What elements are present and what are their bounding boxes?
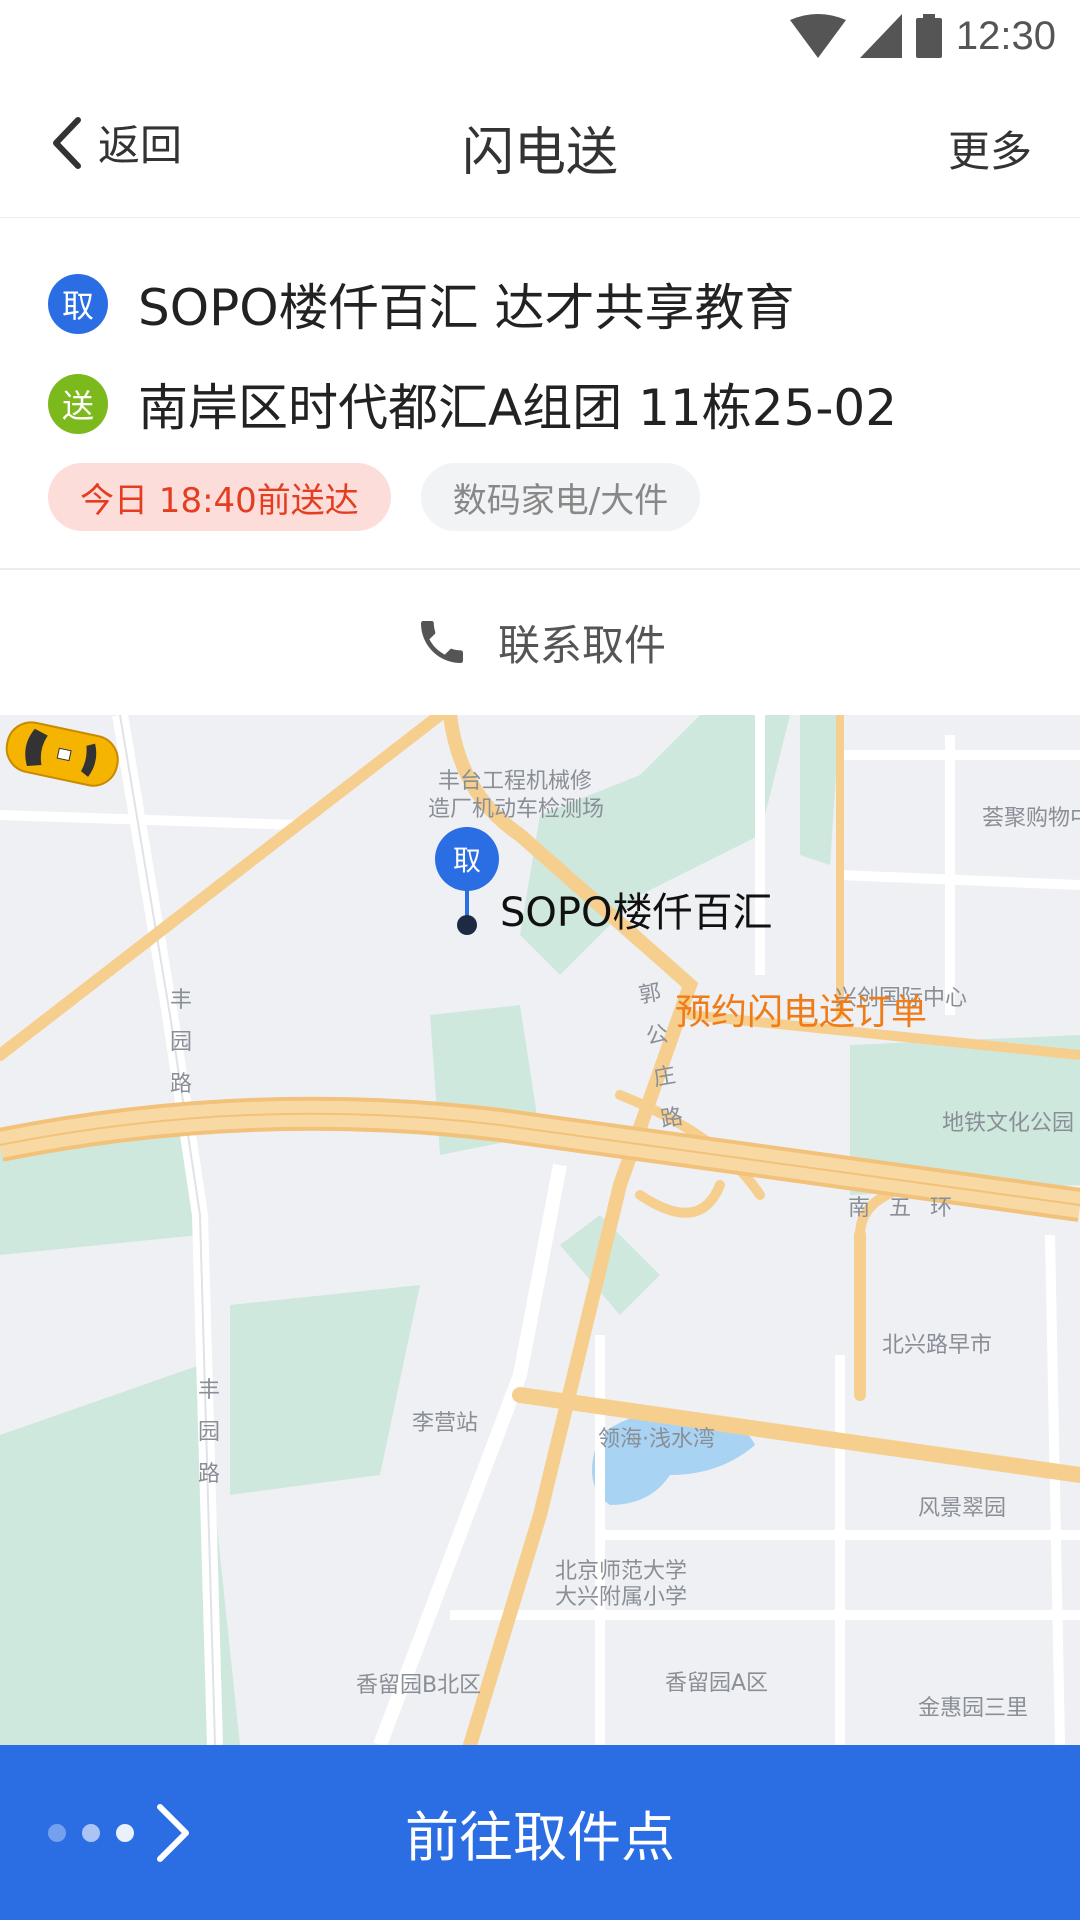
- go-to-pickup-label: 前往取件点: [405, 1806, 675, 1869]
- map-label-poi-2: 造厂机动车检测场: [428, 797, 605, 822]
- status-bar: 12:30: [0, 0, 1080, 72]
- signal-icon: [859, 14, 902, 58]
- pin-label: SOPO楼仟百汇: [500, 890, 773, 936]
- pin-badge: 取: [435, 827, 499, 891]
- contact-label: 联系取件: [497, 620, 666, 670]
- delivery-row: 送 南岸区时代都汇A组团 11栋25-02: [48, 368, 897, 440]
- map-label-xiangliu-b: 香留园B北区: [356, 1673, 482, 1698]
- app-header: 返回 闪电送 更多: [0, 72, 1080, 219]
- map-label-beixinglu: 北兴路早市: [882, 1333, 993, 1358]
- map-label-metro-park: 地铁文化公园: [942, 1111, 1075, 1136]
- deadline-tag: 今日 18:40前送达: [48, 463, 391, 531]
- map-label-liying: 李营站: [412, 1411, 479, 1436]
- page-title: 闪电送: [461, 123, 618, 183]
- map-label-mall: 荟聚购物中: [982, 806, 1080, 831]
- status-time: 12:30: [955, 13, 1056, 58]
- battery-icon: [915, 14, 942, 58]
- map-view[interactable]: 丰台工程机械修 造厂机动车检测场 荟聚购物中 兴创国际中心 地铁文化公园 南 五…: [0, 715, 1080, 1745]
- car-icon: [5, 721, 119, 787]
- order-label: 预约闪电送订单: [675, 992, 928, 1033]
- order-tags: 今日 18:40前送达 数码家电/大件: [48, 463, 701, 531]
- map-canvas: [0, 715, 1080, 1745]
- map-label-ring-road: 南 五 环: [848, 1196, 958, 1221]
- map-label-fengyuan-road-2: 丰园路: [198, 1378, 221, 1487]
- pin-dot: [457, 915, 477, 935]
- delivery-badge: 送: [48, 374, 108, 434]
- pickup-badge: 取: [48, 274, 108, 334]
- more-button[interactable]: 更多: [948, 118, 1032, 179]
- map-label-fengyuan-road-1: 丰园路: [170, 988, 193, 1097]
- contact-pickup-button[interactable]: 联系取件: [0, 570, 1080, 714]
- phone-icon: [420, 621, 463, 663]
- wifi-icon: [789, 14, 846, 58]
- pickup-address: SOPO楼仟百汇 达才共享教育: [138, 279, 795, 337]
- map-label-jinhui: 金惠园三里: [918, 1696, 1029, 1721]
- delivery-address: 南岸区时代都汇A组团 11栋25-02: [138, 379, 898, 437]
- status-icons: 12:30: [789, 12, 1056, 60]
- map-label-fengjing: 风景翠园: [918, 1496, 1007, 1521]
- map-label-linghai: 领海·浅水湾: [598, 1427, 715, 1452]
- go-to-pickup-button[interactable]: 前往取件点: [0, 1745, 1080, 1920]
- map-label-xiangliu-a: 香留园A区: [665, 1671, 769, 1696]
- map-label-bnu-2: 大兴附属小学: [555, 1585, 688, 1610]
- category-tag: 数码家电/大件: [420, 463, 701, 531]
- pickup-pin[interactable]: 取: [435, 827, 499, 935]
- pickup-row: 取 SOPO楼仟百汇 达才共享教育: [48, 268, 795, 340]
- park-areas: [0, 715, 1080, 1745]
- order-info: 取 SOPO楼仟百汇 达才共享教育 送 南岸区时代都汇A组团 11栋25-02 …: [0, 218, 1080, 568]
